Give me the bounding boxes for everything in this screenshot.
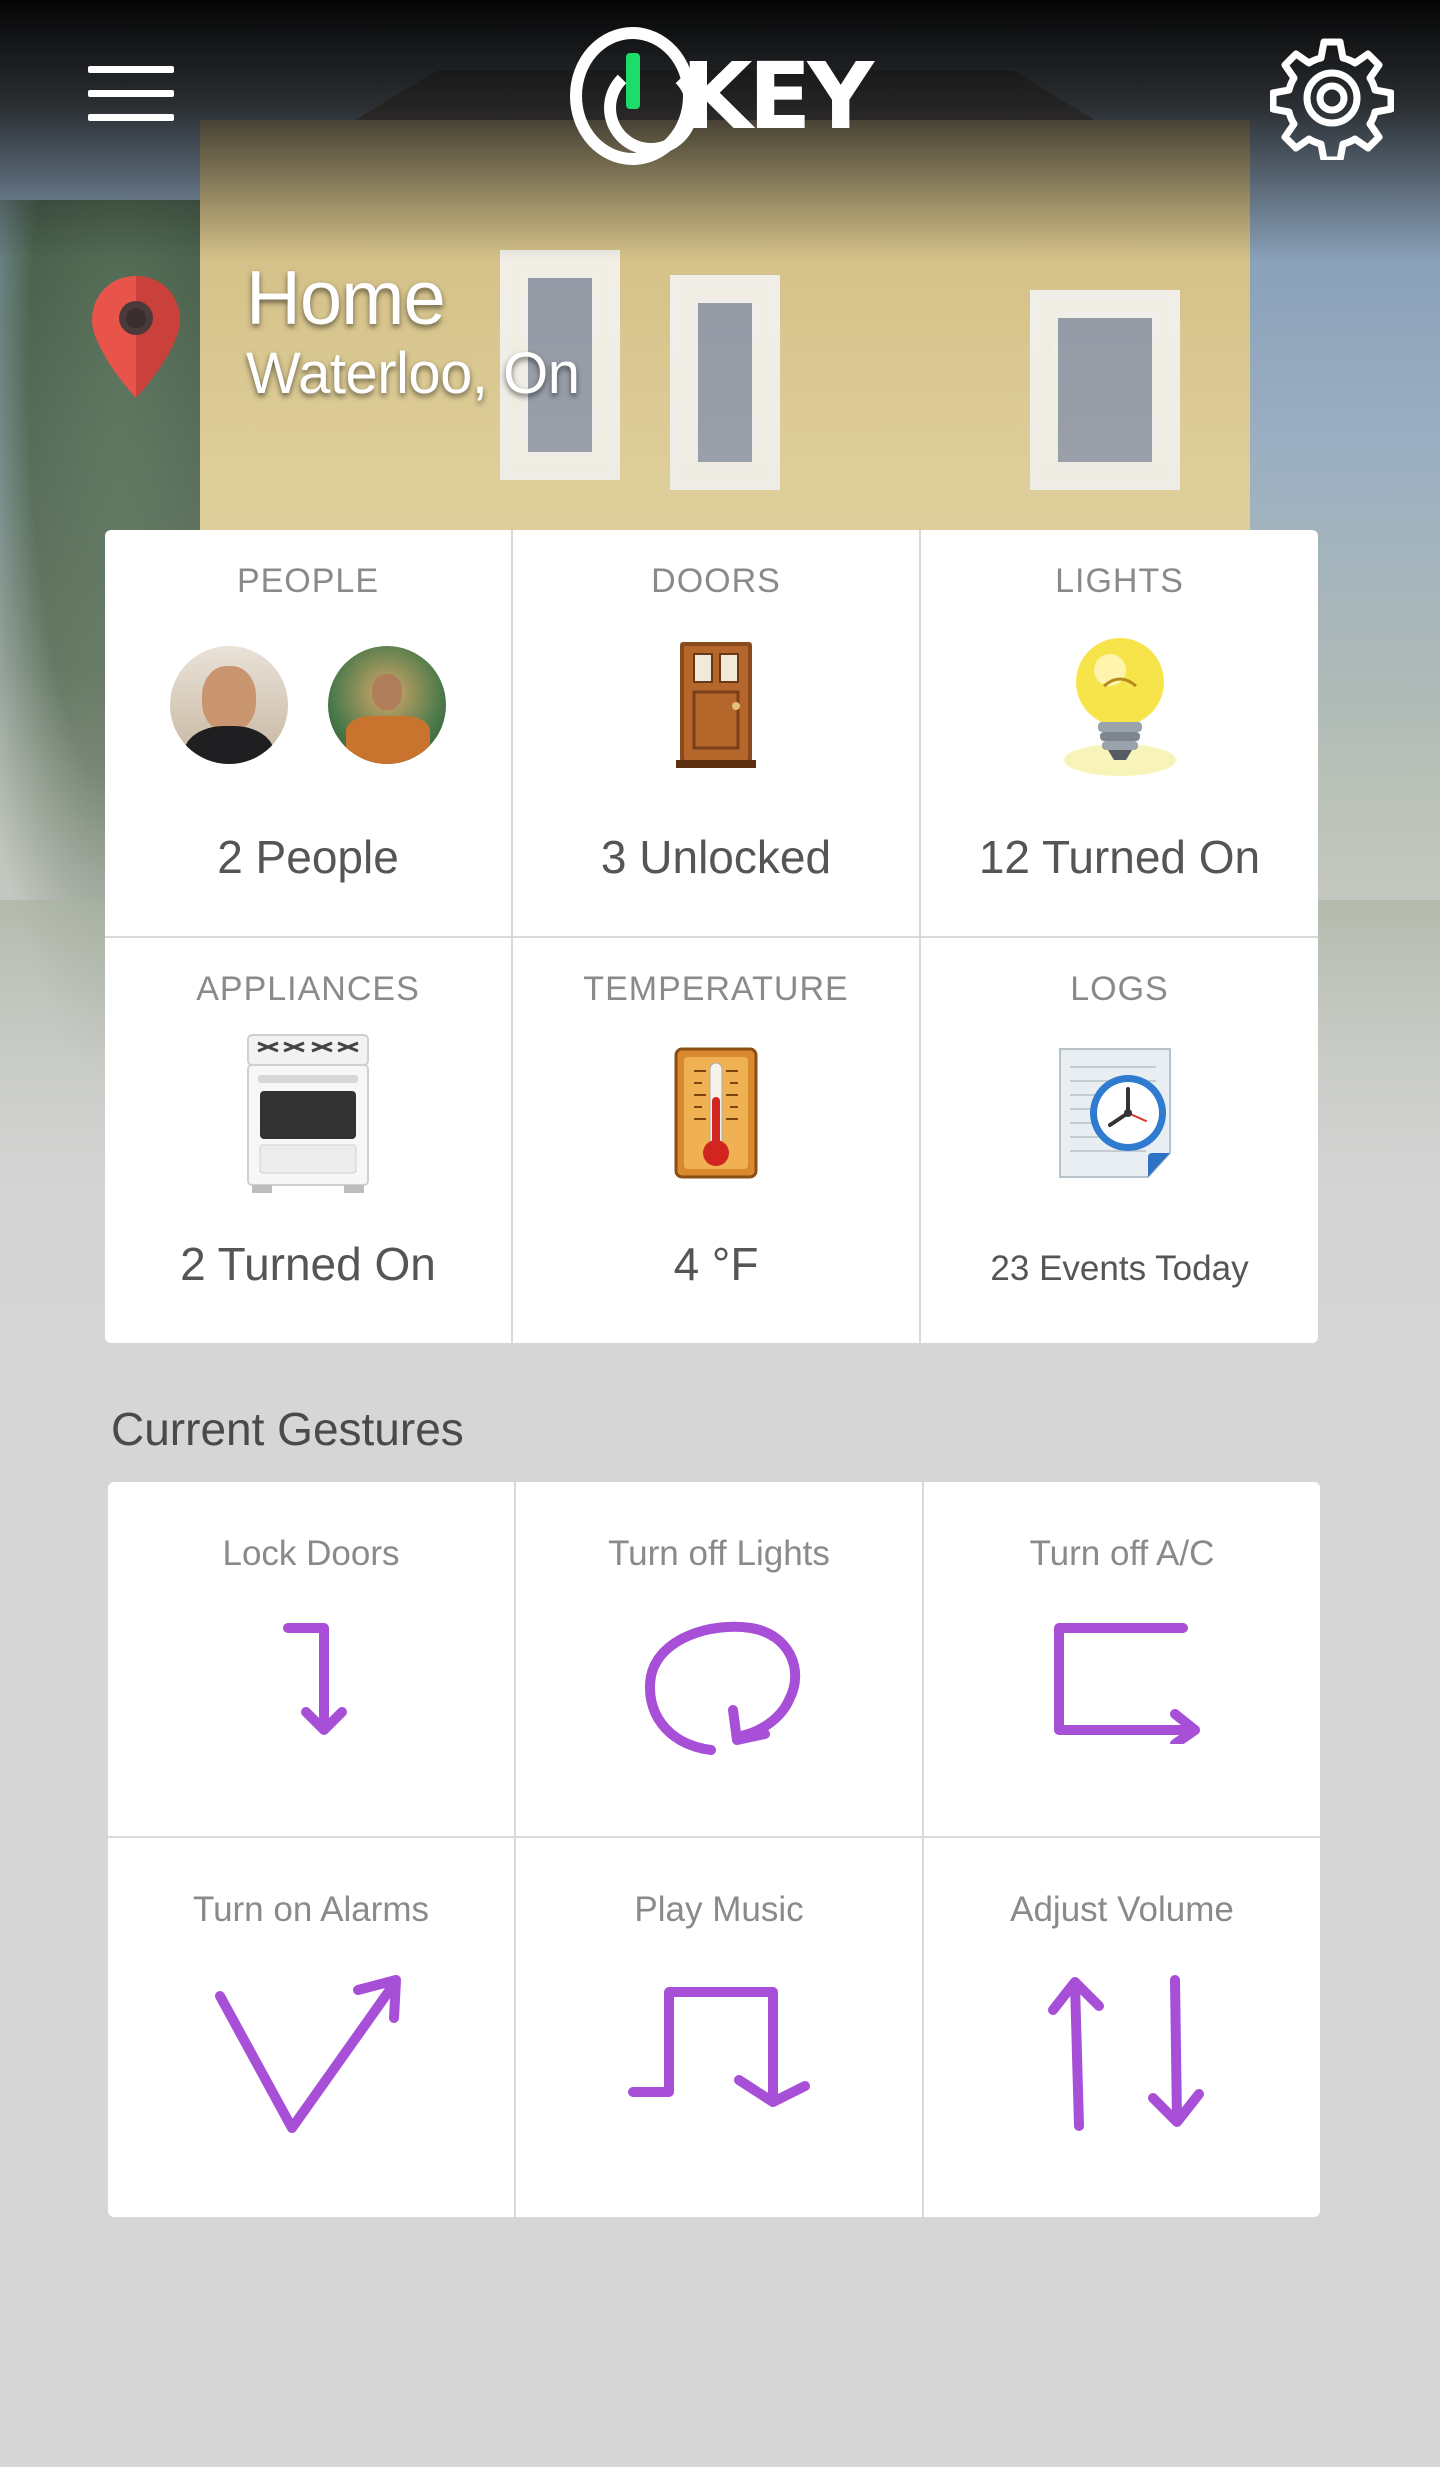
- gesture-label: Turn off Lights: [608, 1534, 830, 1573]
- logo-text: KEY: [681, 42, 874, 150]
- avatar: [328, 646, 446, 764]
- menu-line: [88, 66, 174, 73]
- gesture-bracket-right-icon: [1037, 1614, 1207, 1749]
- lights-tile[interactable]: LIGHTS 12 Turned On: [921, 530, 1318, 938]
- thermometer-icon: [674, 1043, 758, 1183]
- people-title: PEOPLE: [236, 562, 380, 600]
- location-title: Home: [246, 256, 446, 341]
- gesture-lock-doors[interactable]: Lock Doors: [108, 1482, 516, 1838]
- doors-value: 3 Unlocked: [600, 831, 832, 883]
- appliances-title: APPLIANCES: [196, 970, 420, 1008]
- logs-value: 23 Events Today: [990, 1249, 1249, 1288]
- avatar: [170, 646, 288, 764]
- lights-title: LIGHTS: [1055, 562, 1184, 600]
- top-bar: KEY: [0, 0, 1440, 200]
- appliances-value: 2 Turned On: [180, 1238, 436, 1290]
- people-value: 2 People: [217, 831, 399, 883]
- clock-document-icon: [1056, 1043, 1184, 1183]
- gesture-label: Adjust Volume: [1010, 1890, 1234, 1929]
- app-logo: KEY: [570, 26, 874, 166]
- gesture-hook-down-icon: [266, 1614, 356, 1749]
- people-avatars: [170, 635, 446, 775]
- gestures-heading: Current Gestures: [111, 1403, 464, 1455]
- gesture-label: Lock Doors: [222, 1534, 400, 1573]
- stove-icon: [244, 1034, 372, 1193]
- gesture-circle-icon: [629, 1614, 809, 1769]
- temperature-value: 4 °F: [673, 1238, 759, 1290]
- location-subtitle: Waterloo, On: [246, 341, 580, 406]
- gesture-adjust-volume[interactable]: Adjust Volume: [924, 1838, 1320, 2217]
- power-icon: [570, 27, 699, 165]
- temperature-tile[interactable]: TEMPERATURE 4 °F: [513, 938, 921, 1343]
- menu-line: [88, 114, 174, 121]
- gesture-grid: Lock Doors Turn off Lights Turn off A/C: [108, 1482, 1320, 2217]
- gesture-label: Play Music: [634, 1890, 804, 1929]
- people-tile[interactable]: PEOPLE 2 People: [105, 530, 513, 938]
- status-grid: PEOPLE 2 People DOORS 3 Unlocked LIGHTS: [105, 530, 1318, 1343]
- gesture-label: Turn off A/C: [1029, 1534, 1215, 1573]
- doors-title: DOORS: [651, 562, 781, 600]
- hamburger-menu-icon[interactable]: [88, 66, 174, 122]
- menu-line: [88, 90, 174, 97]
- gesture-up-down-arrows-icon: [1027, 1970, 1217, 2145]
- gear-icon[interactable]: [1269, 36, 1395, 164]
- map-pin-icon: [86, 272, 186, 402]
- doors-tile[interactable]: DOORS 3 Unlocked: [513, 530, 921, 938]
- gesture-check-up-icon: [206, 1970, 416, 2145]
- logs-title: LOGS: [1070, 970, 1169, 1008]
- gesture-square-wave-icon: [619, 1970, 819, 2125]
- door-icon: [676, 635, 756, 775]
- gesture-play-music[interactable]: Play Music: [516, 1838, 924, 2217]
- gesture-label: Turn on Alarms: [192, 1890, 429, 1929]
- logs-tile[interactable]: LOGS 23 Events Today: [921, 938, 1318, 1343]
- appliances-tile[interactable]: APPLIANCES 2 Turned On: [105, 938, 513, 1343]
- lights-value: 12 Turned On: [978, 831, 1261, 883]
- gesture-turn-off-lights[interactable]: Turn off Lights: [516, 1482, 924, 1838]
- lightbulb-icon: [1060, 635, 1180, 776]
- temperature-title: TEMPERATURE: [583, 970, 849, 1008]
- gesture-turn-off-ac[interactable]: Turn off A/C: [924, 1482, 1320, 1838]
- gesture-turn-on-alarms[interactable]: Turn on Alarms: [108, 1838, 516, 2217]
